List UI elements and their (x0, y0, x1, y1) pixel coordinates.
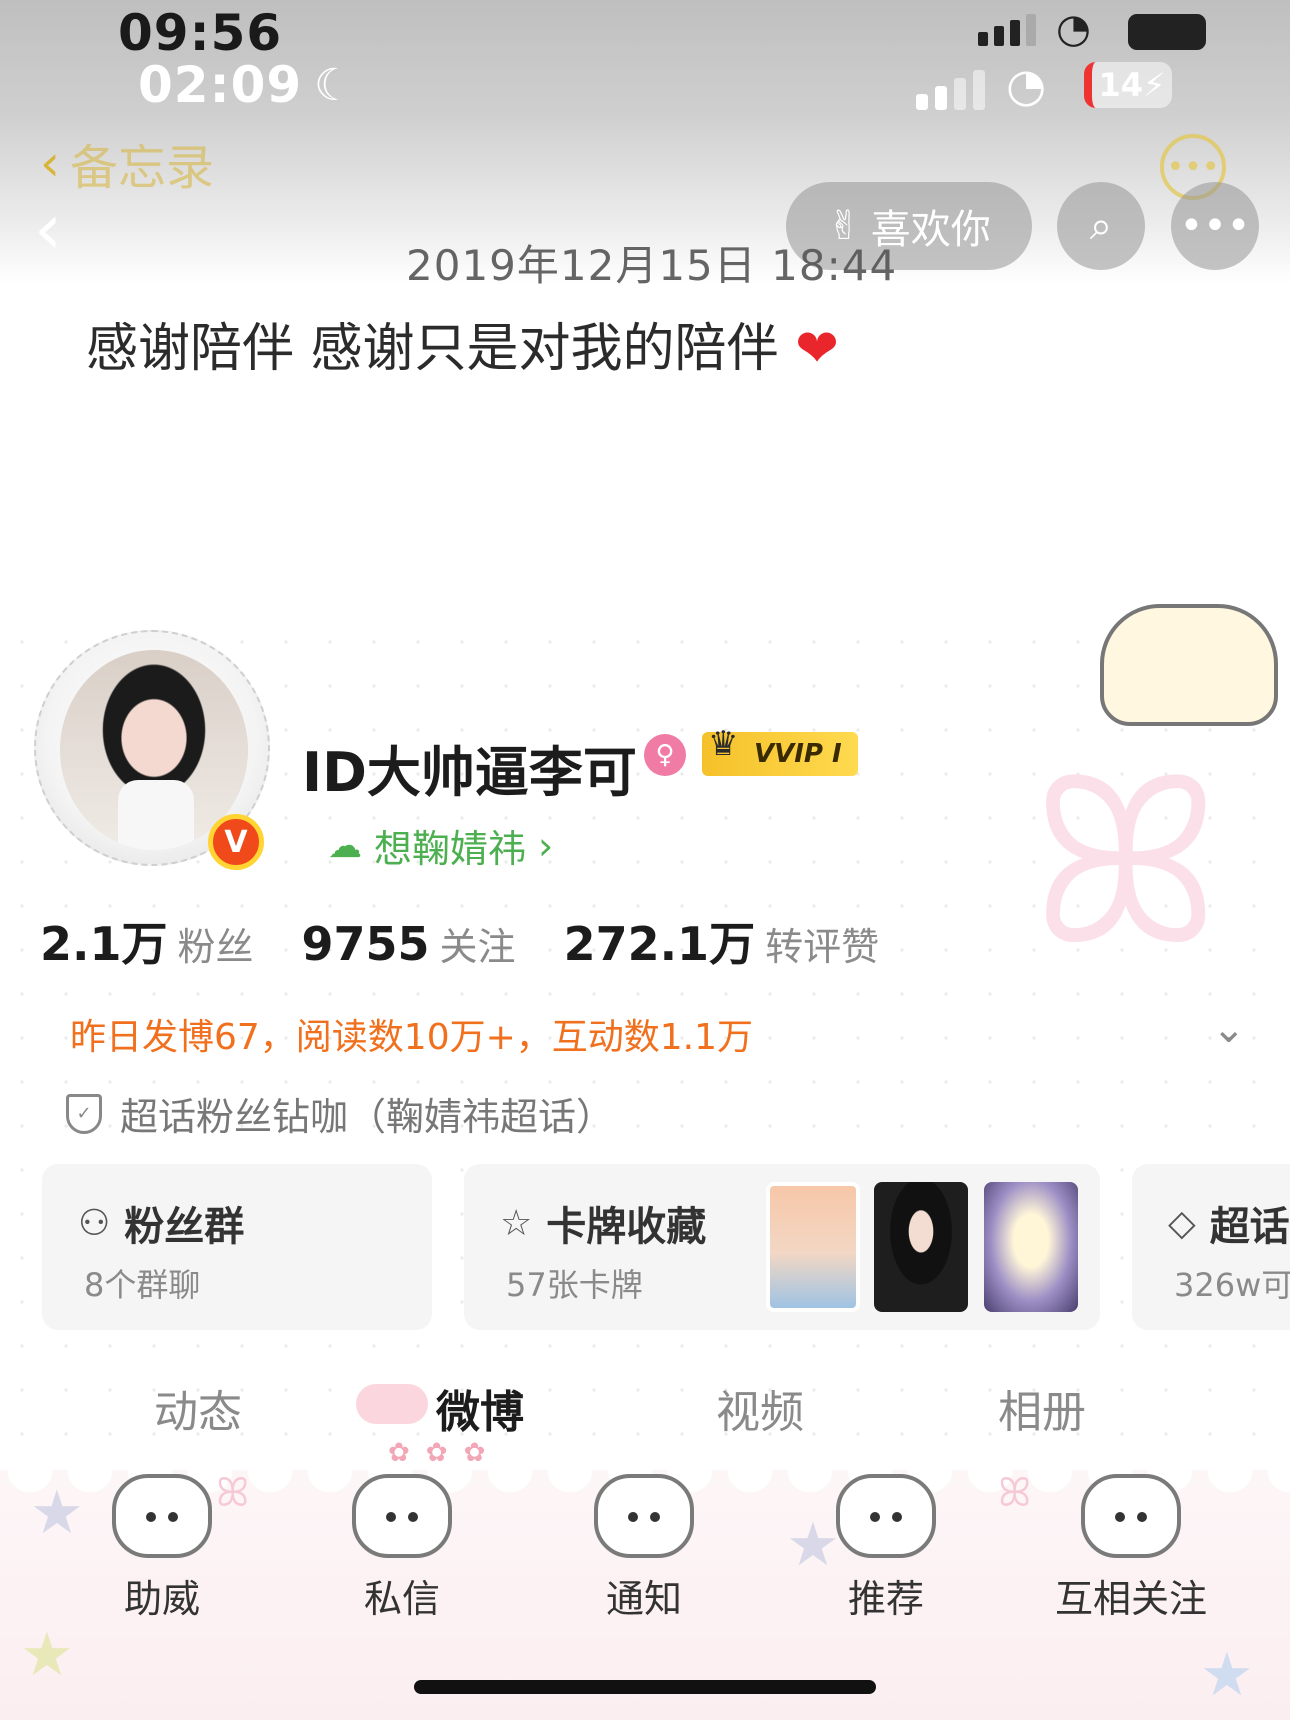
card-title: 粉丝群 (124, 1204, 245, 1250)
crown-icon: ♛ (708, 724, 739, 764)
wifi-icon: ◔ (1056, 6, 1091, 52)
stat-value: 2.1万 (40, 917, 168, 971)
memo-back-button[interactable]: ‹ 备忘录 (40, 128, 214, 198)
card-subtitle: 57张卡牌 (506, 1266, 643, 1304)
status-time-top: 09:56 (118, 4, 283, 62)
vvip-badge[interactable]: ♛ VVIP I (702, 724, 858, 776)
bow-decoration: ꕤ (998, 1470, 1032, 1516)
star-decoration: ★ (1200, 1640, 1254, 1710)
card-title: 卡牌收藏 (546, 1204, 707, 1250)
tab-dynamics[interactable]: 动态 (154, 1376, 242, 1440)
back-arrow-icon[interactable]: ‹ (34, 194, 62, 264)
topic-link[interactable]: ☁ 想鞠婧祎 › (328, 818, 553, 873)
card-thumbnail (874, 1182, 968, 1312)
card-thumbnail (984, 1182, 1078, 1312)
memo-back-label: 备忘录 (70, 140, 215, 196)
stat-following[interactable]: 9755 关注 (302, 916, 516, 971)
card-thumbnail (766, 1182, 860, 1312)
ribbon-decoration: ꕤ (1030, 730, 1222, 997)
fan-title: 超话粉丝钻咖（鞠婧祎超话） (120, 1095, 615, 1139)
search-button[interactable]: ⌕ (1057, 182, 1145, 270)
stat-value: 272.1万 (563, 917, 756, 971)
battery-level: 14 (1098, 66, 1144, 104)
chevron-right-icon: › (538, 823, 554, 868)
vvip-label: VVIP I (754, 739, 842, 769)
signal-icon (978, 14, 1036, 46)
topic-link-label: 想鞠婧祎 (374, 827, 527, 871)
activity-summary: 昨日发博67，阅读数10万+，互动数1.1万 (70, 1017, 754, 1058)
more-dots-icon: ••• (1179, 203, 1251, 249)
nav-mutual-follow[interactable]: 互相关注 (1036, 1474, 1226, 1623)
pig-sticker-icon (356, 1384, 428, 1424)
nav-label: 通知 (605, 1577, 682, 1621)
stat-followers[interactable]: 2.1万 粉丝 (40, 908, 254, 974)
bell-icon (594, 1474, 694, 1558)
cloud-icon: ☁ (328, 825, 362, 866)
wifi-icon-overlay: ◔ (1006, 58, 1047, 112)
memo-text-body: 感谢陪伴 感谢只是对我的陪伴 (86, 319, 779, 379)
content-tabs: 动态 微博 视频 相册 (0, 1376, 1290, 1446)
memo-date: 2019年12月15日 18:44 (406, 241, 898, 290)
username: ID大帅逼李可 (302, 741, 637, 804)
nav-notifications[interactable]: 通知 (554, 1474, 734, 1623)
shield-icon: ✓ (66, 1093, 102, 1134)
home-indicator[interactable] (414, 1680, 876, 1694)
fan-group-card[interactable]: ⚇ 粉丝群 8个群聊 (42, 1164, 432, 1330)
flower-decoration: ✿✿✿ (388, 1438, 502, 1468)
nav-label: 推荐 (847, 1577, 924, 1621)
tab-weibo[interactable]: 微博 (436, 1376, 524, 1440)
nav-messages[interactable]: 私信 (312, 1474, 492, 1623)
sticker-decoration (1100, 604, 1278, 726)
nav-cheer[interactable]: 助威 (72, 1474, 252, 1623)
more-button[interactable]: ••• (1171, 182, 1259, 270)
battery-icon (1128, 14, 1206, 50)
signal-icon-overlay (916, 70, 985, 110)
stat-value: 9755 (301, 917, 430, 971)
star-decoration: ★ (20, 1620, 74, 1690)
diamond-icon: ◇ (1168, 1202, 1196, 1244)
search-icon: ⌕ (1089, 203, 1113, 249)
memo-text: 感谢陪伴 感谢只是对我的陪伴 ❤ (86, 306, 839, 381)
nav-label: 私信 (363, 1577, 440, 1621)
card-subtitle: 8个群聊 (84, 1266, 201, 1304)
tab-video[interactable]: 视频 (716, 1376, 804, 1440)
battery-indicator-overlay: 14 ⚡ (1084, 62, 1172, 108)
nav-recommend[interactable]: 推荐 (796, 1474, 976, 1623)
status-time-overlay: 02:09 (138, 56, 303, 114)
red-heart-icon: ❤ (795, 319, 839, 379)
recommend-icon (836, 1474, 936, 1558)
stat-label: 粉丝 (177, 925, 254, 969)
stat-label: 关注 (439, 925, 516, 969)
group-icon: ⚇ (78, 1202, 111, 1244)
nav-label: 助威 (123, 1577, 200, 1621)
envelope-icon (352, 1474, 452, 1558)
super-topic-card[interactable]: ◇ 超话 326w可 (1132, 1164, 1290, 1330)
mutual-follow-icon (1081, 1474, 1181, 1558)
profile-stats: 2.1万 粉丝 9755 关注 272.1万 转评赞 (40, 908, 879, 974)
female-icon: ♀ (644, 734, 686, 776)
chevron-left-icon: ‹ (40, 134, 60, 192)
card-star-icon: ☆ (500, 1202, 533, 1244)
stat-label: 转评赞 (765, 925, 880, 969)
cheer-icon (112, 1474, 212, 1558)
moon-icon: ☾ (314, 60, 354, 111)
card-title: 超话 (1209, 1204, 1290, 1250)
fan-title-row[interactable]: ✓ 超话粉丝钻咖（鞠婧祎超话） (66, 1086, 614, 1141)
chevron-down-icon[interactable]: ⌄ (1212, 1006, 1246, 1052)
tab-album[interactable]: 相册 (998, 1376, 1086, 1440)
card-subtitle: 326w可 (1174, 1266, 1290, 1304)
card-collection-card[interactable]: ☆ 卡牌收藏 57张卡牌 (464, 1164, 1100, 1330)
verified-badge: V (208, 814, 264, 870)
stat-reposts[interactable]: 272.1万 转评赞 (564, 908, 880, 974)
nav-label: 互相关注 (1054, 1577, 1207, 1621)
